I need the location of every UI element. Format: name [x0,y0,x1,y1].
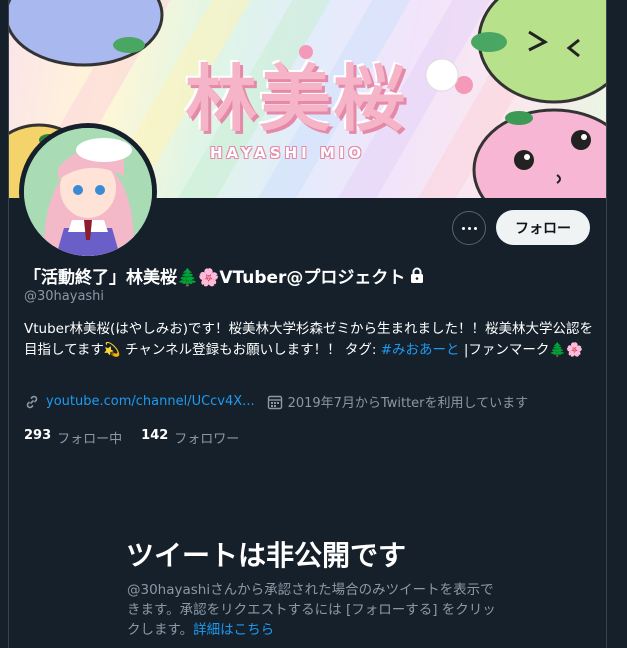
profile-page: 林美桜 HAYASHI MIO フォロー 「活動終了」林美桜� [0,0,627,648]
banner-title: 林美桜 [185,57,408,141]
following-count: 293 [24,428,52,443]
more-dots-icon [461,226,465,230]
profile-meta: youtube.com/channel/UCcv4X... 2019年7月からT… [24,392,528,411]
following-label: フォロー中 [57,432,123,447]
followers-link[interactable]: 142 フォロワー [141,428,239,447]
bio-text-end: |ファンマーク🌲🌸 [459,342,584,358]
followers-label: フォロワー [174,432,240,447]
profile-bio: Vtuber林美桜(はやしみお)です！桜美林大学杉森ゼミから生まれました！！桜美… [24,319,596,361]
profile-name-row: 「活動終了」林美桜🌲🌸VTuber@プロジェクト [24,263,425,288]
follow-button[interactable]: フォロー [496,210,590,245]
profile-website-link[interactable]: youtube.com/channel/UCcv4X... [46,394,255,409]
following-link[interactable]: 293 フォロー中 [24,428,122,447]
followers-count: 142 [141,428,169,443]
more-options-button[interactable] [452,211,486,245]
display-name: 「活動終了」林美桜🌲🌸VTuber@プロジェクト [24,267,406,288]
calendar-icon [267,395,282,409]
link-icon [26,395,38,408]
avatar[interactable] [19,123,157,261]
learn-more-link[interactable]: 詳細はこちら [193,622,274,638]
follow-counts: 293 フォロー中 142 フォロワー [24,428,258,447]
lock-icon [411,267,424,283]
private-notice-text: @30hayashiさんから承認された場合のみツイートを表示できます。承認をリク… [127,582,496,638]
user-handle: @30hayashi [24,289,105,304]
private-notice-title: ツイートは非公開です [126,539,407,572]
bio-hashtag-link[interactable]: #みおあーと [381,342,460,358]
join-date: 2019年7月からTwitterを利用しています [287,396,529,411]
avatar-image [24,128,152,256]
banner-subtitle: HAYASHI MIO [210,144,366,162]
private-notice-description: @30hayashiさんから承認された場合のみツイートを表示できます。承認をリク… [127,580,497,640]
right-border [606,0,607,648]
